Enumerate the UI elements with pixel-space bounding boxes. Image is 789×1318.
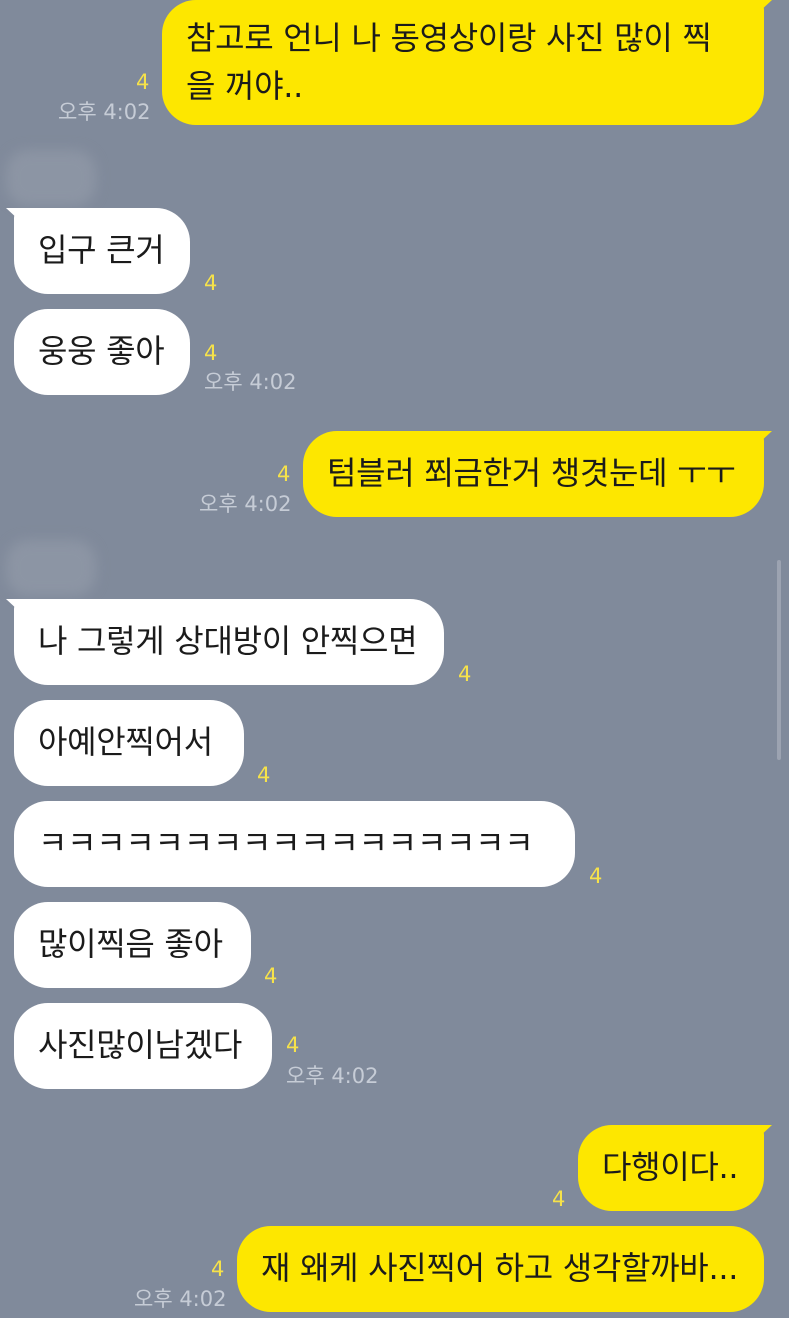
unread-count: 4 [264, 964, 278, 988]
profile-avatar[interactable] [6, 540, 96, 596]
unread-count: 4 [136, 70, 150, 94]
chat-room[interactable]: 참고로 언니 나 동영상이랑 사진 많이 찍을 꺼야.. 4 오후 4:02 입… [0, 0, 789, 1318]
message-text: 재 왜케 사진찍어 하고 생각할까바... [261, 1249, 739, 1287]
message-text: 텀블러 쬐금한거 챙겻눈데 ㅜㅜ [327, 454, 736, 492]
message-bubble[interactable]: 다행이다.. [578, 1125, 772, 1211]
message-time: 오후 4:02 [58, 100, 151, 124]
unread-count: 4 [277, 462, 291, 486]
message-bubble[interactable]: ㅋㅋㅋㅋㅋㅋㅋㅋㅋㅋㅋㅋㅋㅋㅋㅋㅋ [14, 801, 575, 887]
message-time: 오후 4:02 [204, 370, 297, 394]
message-text: 다행이다.. [602, 1148, 739, 1186]
message-time: 오후 4:02 [199, 492, 292, 516]
bubble-tail [746, 431, 772, 455]
bubble-tail [6, 208, 32, 232]
message-text: 아예안찍어서 [38, 723, 213, 761]
message-text: 많이찍음 좋아 [38, 925, 223, 963]
message-time: 오후 4:02 [286, 1064, 379, 1088]
unread-count: 4 [257, 763, 271, 787]
bubble-tail [746, 0, 772, 24]
message-text: 웅웅 좋아 [38, 332, 165, 370]
bubble-tail [746, 1125, 772, 1149]
unread-count: 4 [211, 1257, 225, 1281]
unread-count: 4 [204, 271, 218, 295]
message-bubble[interactable]: 사진많이남겠다 [14, 1003, 272, 1089]
message-bubble[interactable]: 나 그렇게 상대방이 안찍으면 [6, 599, 444, 685]
profile-avatar[interactable] [6, 150, 96, 206]
scrollbar[interactable] [777, 560, 781, 760]
unread-count: 4 [589, 864, 603, 888]
unread-count: 4 [552, 1187, 566, 1211]
message-text: 참고로 언니 나 동영상이랑 사진 많이 찍을 꺼야.. [186, 19, 712, 105]
unread-count: 4 [204, 341, 218, 365]
message-bubble[interactable]: 재 왜케 사진찍어 하고 생각할까바... [237, 1226, 764, 1312]
message-bubble[interactable]: 참고로 언니 나 동영상이랑 사진 많이 찍을 꺼야.. [162, 0, 772, 125]
message-text: ㅋㅋㅋㅋㅋㅋㅋㅋㅋㅋㅋㅋㅋㅋㅋㅋㅋ [38, 824, 534, 862]
message-time: 오후 4:02 [134, 1287, 227, 1311]
message-bubble[interactable]: 웅웅 좋아 [14, 309, 190, 395]
message-text: 나 그렇게 상대방이 안찍으면 [38, 622, 418, 660]
bubble-tail [6, 599, 32, 623]
message-bubble[interactable]: 텀블러 쬐금한거 챙겻눈데 ㅜㅜ [303, 431, 772, 517]
message-text: 사진많이남겠다 [38, 1026, 242, 1064]
message-text: 입구 큰거 [38, 231, 165, 269]
unread-count: 4 [286, 1033, 300, 1057]
message-bubble[interactable]: 입구 큰거 [6, 208, 190, 294]
unread-count: 4 [458, 662, 472, 686]
message-bubble[interactable]: 많이찍음 좋아 [14, 902, 251, 988]
message-bubble[interactable]: 아예안찍어서 [14, 700, 244, 786]
